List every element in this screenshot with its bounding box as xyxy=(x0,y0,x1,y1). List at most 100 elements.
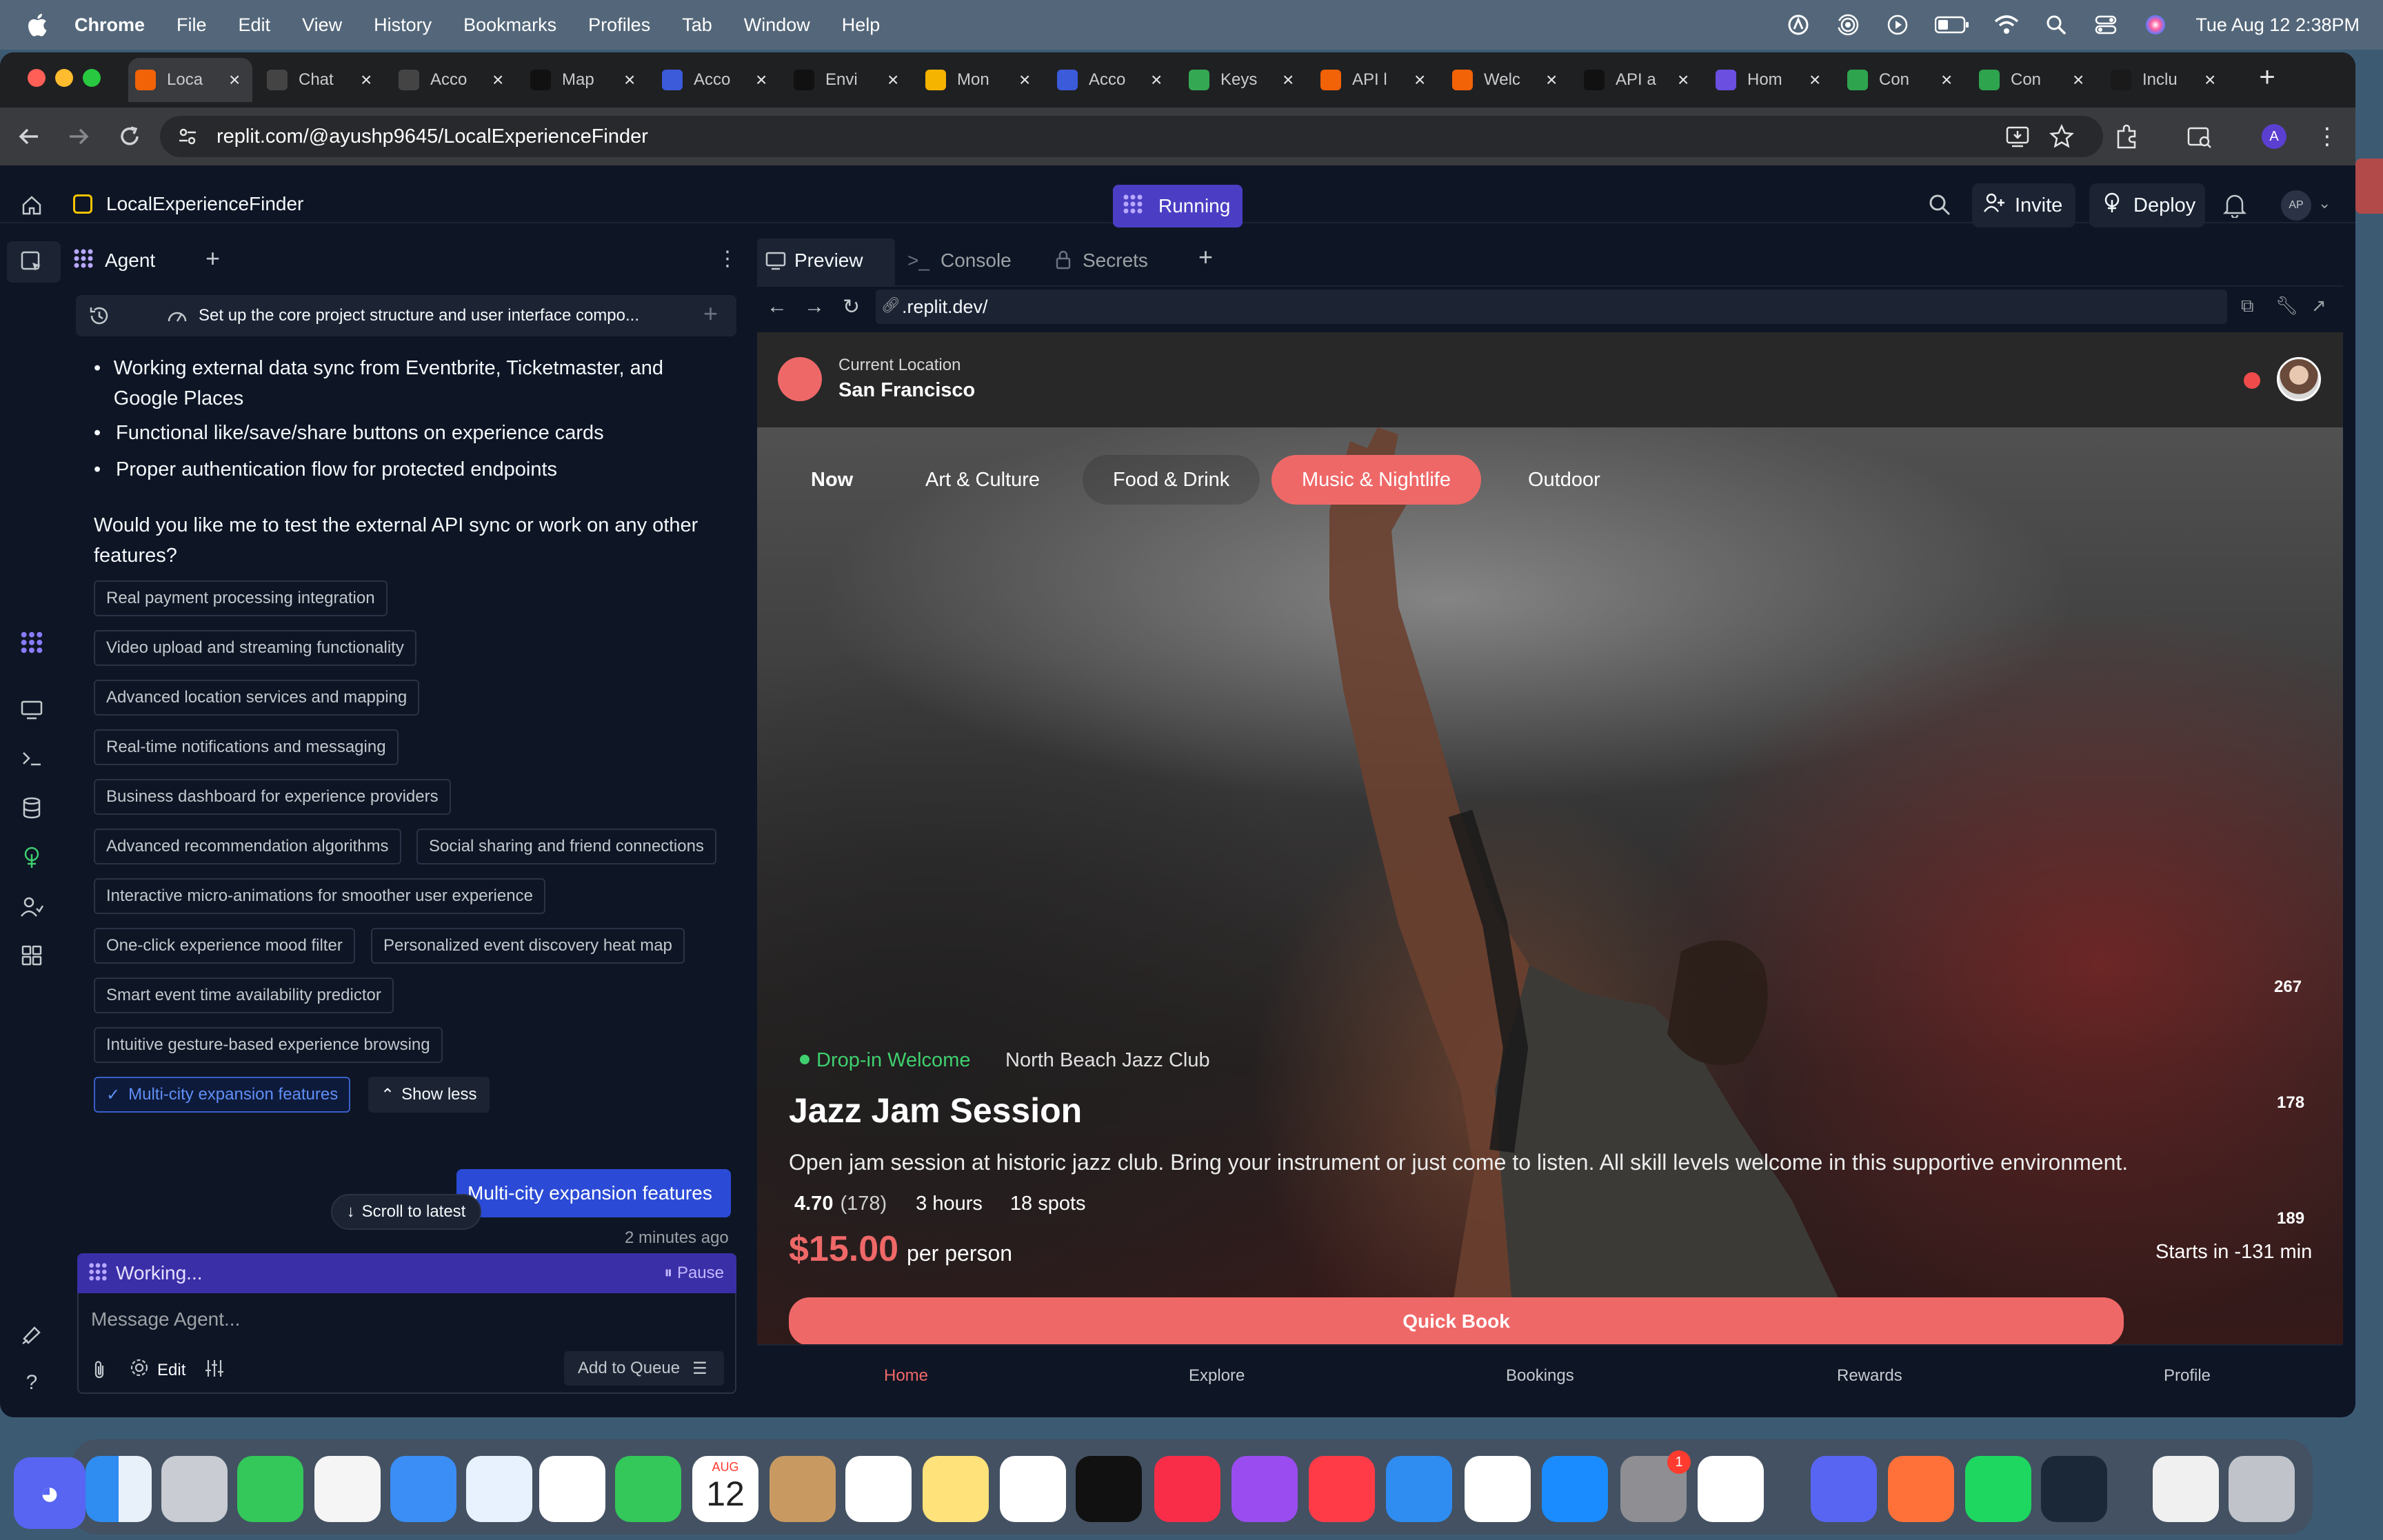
agent-rail-icon[interactable] xyxy=(18,629,46,656)
tab-console[interactable]: Console xyxy=(941,250,1012,272)
menu-view[interactable]: View xyxy=(302,14,342,36)
deploy-button[interactable]: Deploy xyxy=(2089,183,2205,227)
avatar-chevron-down-icon[interactable]: ⌄ xyxy=(2318,194,2331,212)
discord-dock-icon[interactable] xyxy=(1811,1456,1877,1522)
search-icon[interactable] xyxy=(1928,193,1951,220)
history-bar[interactable]: Set up the core project structure and us… xyxy=(76,295,736,336)
tab-secrets[interactable]: Secrets xyxy=(1083,250,1148,272)
nav-bookings[interactable]: Bookings xyxy=(1506,1366,1574,1386)
tab-close-icon[interactable]: × xyxy=(229,69,240,91)
browser-tab[interactable]: Chat × xyxy=(260,58,384,102)
browser-tab[interactable]: Hom × xyxy=(1709,58,1833,102)
shell-icon[interactable] xyxy=(18,744,46,772)
menu-profiles[interactable]: Profiles xyxy=(588,14,650,36)
site-settings-icon[interactable] xyxy=(177,125,199,151)
tab-close-icon[interactable]: × xyxy=(2073,69,2084,91)
forward-button[interactable] xyxy=(63,121,94,152)
freeform-dock-icon[interactable] xyxy=(1000,1456,1066,1522)
tab-close-icon[interactable]: × xyxy=(1019,69,1030,91)
messages-dock-icon[interactable] xyxy=(237,1456,303,1522)
browser-tab[interactable]: Loca × xyxy=(128,58,252,102)
tab-close-icon[interactable]: × xyxy=(1414,69,1425,91)
suggestion-chip[interactable]: Business dashboard for experience provid… xyxy=(94,779,451,815)
firefox-dock-icon[interactable] xyxy=(1888,1456,1954,1522)
wifi-icon[interactable] xyxy=(1994,12,2019,37)
airdrop-icon[interactable] xyxy=(1836,12,1860,37)
apple-logo-icon[interactable] xyxy=(25,12,48,38)
new-chat-button[interactable]: + xyxy=(703,299,718,328)
suggestion-chip[interactable]: Social sharing and friend connections xyxy=(416,829,716,864)
tab-search-icon[interactable] xyxy=(2186,123,2213,154)
scroll-to-latest-button[interactable]: ↓ Scroll to latest xyxy=(331,1194,481,1230)
tab-close-icon[interactable]: × xyxy=(887,69,898,91)
chrome-dock-icon[interactable] xyxy=(1698,1456,1764,1522)
music-dock-icon[interactable] xyxy=(1154,1456,1220,1522)
history-icon[interactable] xyxy=(88,305,110,330)
trash-dock-icon[interactable] xyxy=(2229,1456,2295,1522)
tab-close-icon[interactable]: × xyxy=(1283,69,1294,91)
notifications-bell-icon[interactable] xyxy=(2222,193,2247,221)
preview-reload-icon[interactable]: ↻ xyxy=(843,295,860,319)
browser-tab[interactable]: Welc × xyxy=(1445,58,1569,102)
steam-dock-icon[interactable] xyxy=(2041,1456,2107,1522)
project-name[interactable]: LocalExperienceFinder xyxy=(106,193,303,215)
category-tab-outdoor[interactable]: Outdoor xyxy=(1498,455,1631,505)
tab-close-icon[interactable]: × xyxy=(1546,69,1557,91)
tab-close-icon[interactable]: × xyxy=(1941,69,1952,91)
edit-mode-button[interactable]: Edit xyxy=(130,1358,185,1382)
attach-icon[interactable] xyxy=(91,1359,108,1385)
browser-tab[interactable]: Map × xyxy=(523,58,647,102)
photos-dock-icon[interactable] xyxy=(539,1456,605,1522)
new-tab-button[interactable]: + xyxy=(2249,59,2285,95)
suggestion-chip[interactable]: Real payment processing integration xyxy=(94,580,388,616)
facetime-dock-icon[interactable] xyxy=(615,1456,681,1522)
zoom-window-button[interactable] xyxy=(83,69,101,87)
tab-close-icon[interactable]: × xyxy=(492,69,503,91)
sliders-icon[interactable] xyxy=(204,1358,225,1382)
safari-dock-icon[interactable] xyxy=(466,1456,532,1522)
devices-icon[interactable]: ⧉ xyxy=(2241,295,2254,317)
suggestion-chip-selected[interactable]: ✓ Multi-city expansion features xyxy=(94,1077,351,1113)
file-tree-icon[interactable] xyxy=(18,248,46,276)
suggestion-chip[interactable]: Video upload and streaming functionality xyxy=(94,630,416,666)
browser-tab[interactable]: Keys × xyxy=(1182,58,1306,102)
tab-close-icon[interactable]: × xyxy=(624,69,635,91)
browser-tab[interactable]: Con × xyxy=(1840,58,1964,102)
spotify-dock-icon[interactable] xyxy=(1965,1456,2031,1522)
status-app-icon[interactable] xyxy=(1786,12,1811,37)
url-text[interactable]: replit.com/@ayushp9645/LocalExperienceFi… xyxy=(217,125,648,148)
keynote-dock-icon[interactable] xyxy=(1386,1456,1452,1522)
event-title[interactable]: Jazz Jam Session xyxy=(789,1091,1082,1131)
tab-close-icon[interactable]: × xyxy=(1151,69,1162,91)
close-window-button[interactable] xyxy=(28,69,46,87)
suggestion-chip[interactable]: Real-time notifications and messaging xyxy=(94,729,399,765)
back-button[interactable] xyxy=(14,121,44,152)
pause-button[interactable]: ⏸ Pause xyxy=(664,1264,724,1283)
tab-close-icon[interactable]: × xyxy=(1678,69,1689,91)
suggestion-chip[interactable]: Smart event time availability predictor xyxy=(94,977,394,1013)
news-dock-icon[interactable] xyxy=(1309,1456,1375,1522)
launchpad-dock-icon[interactable] xyxy=(161,1456,228,1522)
profile-photo-avatar[interactable] xyxy=(2277,357,2321,401)
agent-message-input[interactable]: Message Agent... xyxy=(91,1308,240,1330)
app-store-dock-icon[interactable] xyxy=(1542,1456,1608,1522)
app-logo-circle[interactable] xyxy=(778,357,822,401)
numbers-dock-icon[interactable] xyxy=(1465,1456,1531,1522)
menu-edit[interactable]: Edit xyxy=(239,14,271,36)
suggestion-chip[interactable]: Advanced recommendation algorithms xyxy=(94,829,401,864)
browser-tab[interactable]: Inclu × xyxy=(2104,58,2228,102)
menu-app-name[interactable]: Chrome xyxy=(74,14,145,36)
quick-book-button[interactable]: Quick Book xyxy=(789,1297,2124,1346)
nav-explore[interactable]: Explore xyxy=(1189,1366,1245,1386)
notes-dock-icon[interactable] xyxy=(923,1456,989,1522)
category-tab-now[interactable]: Now xyxy=(781,455,883,505)
finder-dock-icon[interactable] xyxy=(86,1456,152,1522)
podcasts-dock-icon[interactable] xyxy=(1231,1456,1298,1522)
add-tab-button[interactable]: + xyxy=(205,244,220,273)
run-status-button[interactable]: Running xyxy=(1113,185,1243,227)
browser-tab[interactable]: Con × xyxy=(1972,58,2096,102)
browser-tab[interactable]: Acco × xyxy=(392,58,516,102)
play-icon[interactable] xyxy=(1885,12,1910,37)
invite-button[interactable]: Invite xyxy=(1972,183,2075,227)
deployments-icon[interactable] xyxy=(18,844,46,871)
